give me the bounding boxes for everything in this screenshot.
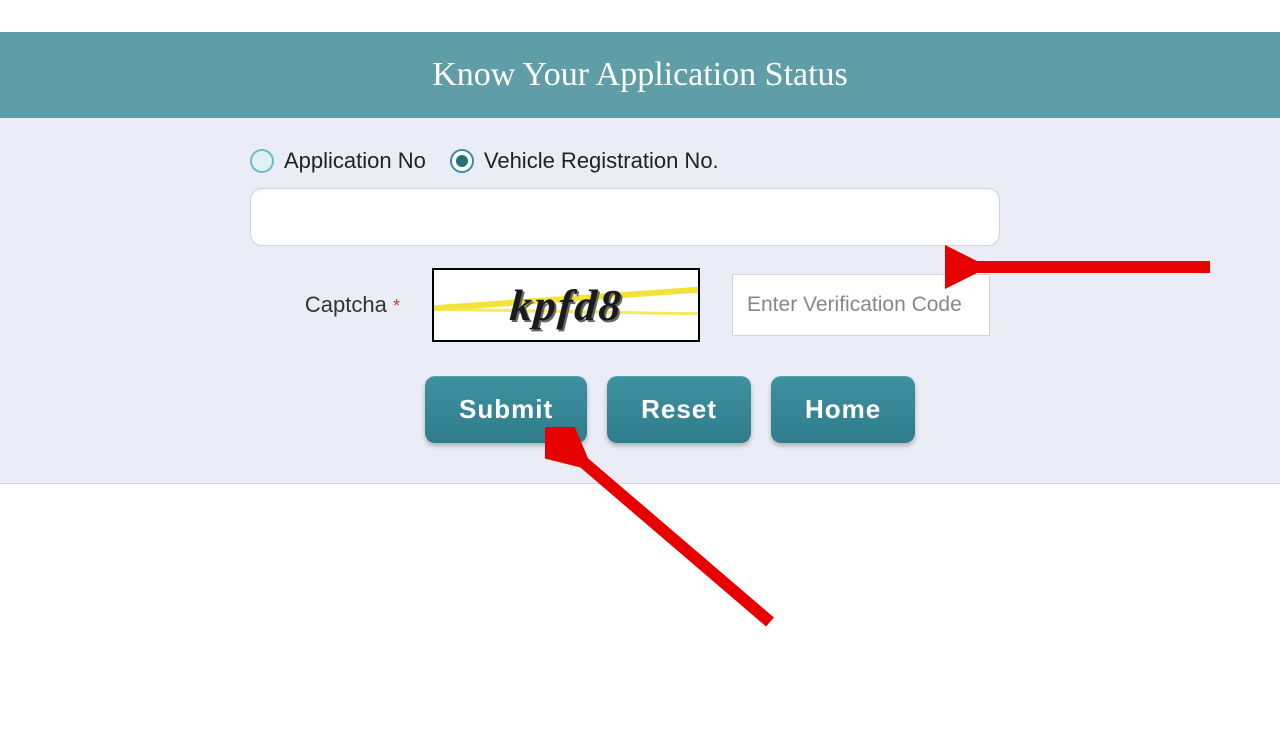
radio-application-no[interactable]: Application No [250, 148, 426, 174]
radio-icon [450, 149, 474, 173]
header-band: Know Your Application Status [0, 32, 1280, 118]
captcha-image: kpfd8 [432, 268, 700, 342]
form-container: Application No Vehicle Registration No. … [0, 118, 1280, 484]
required-indicator: * [393, 296, 400, 316]
radio-icon [250, 149, 274, 173]
radio-dot-icon [456, 155, 468, 167]
captcha-label-text: Captcha [305, 292, 387, 317]
captcha-row: Captcha * kpfd8 [250, 268, 1030, 342]
captcha-input[interactable] [732, 274, 990, 336]
search-input[interactable] [250, 188, 1000, 246]
radio-vehicle-registration-no[interactable]: Vehicle Registration No. [450, 148, 719, 174]
home-button[interactable]: Home [771, 376, 915, 443]
radio-label: Application No [284, 148, 426, 174]
submit-button[interactable]: Submit [425, 376, 587, 443]
radio-label: Vehicle Registration No. [484, 148, 719, 174]
action-button-row: Submit Reset Home [425, 376, 1030, 443]
reset-button[interactable]: Reset [607, 376, 751, 443]
captcha-text: kpfd8 [508, 280, 624, 331]
captcha-label: Captcha * [250, 292, 400, 318]
page-title: Know Your Application Status [0, 56, 1280, 94]
search-type-radio-group: Application No Vehicle Registration No. [250, 148, 1030, 174]
